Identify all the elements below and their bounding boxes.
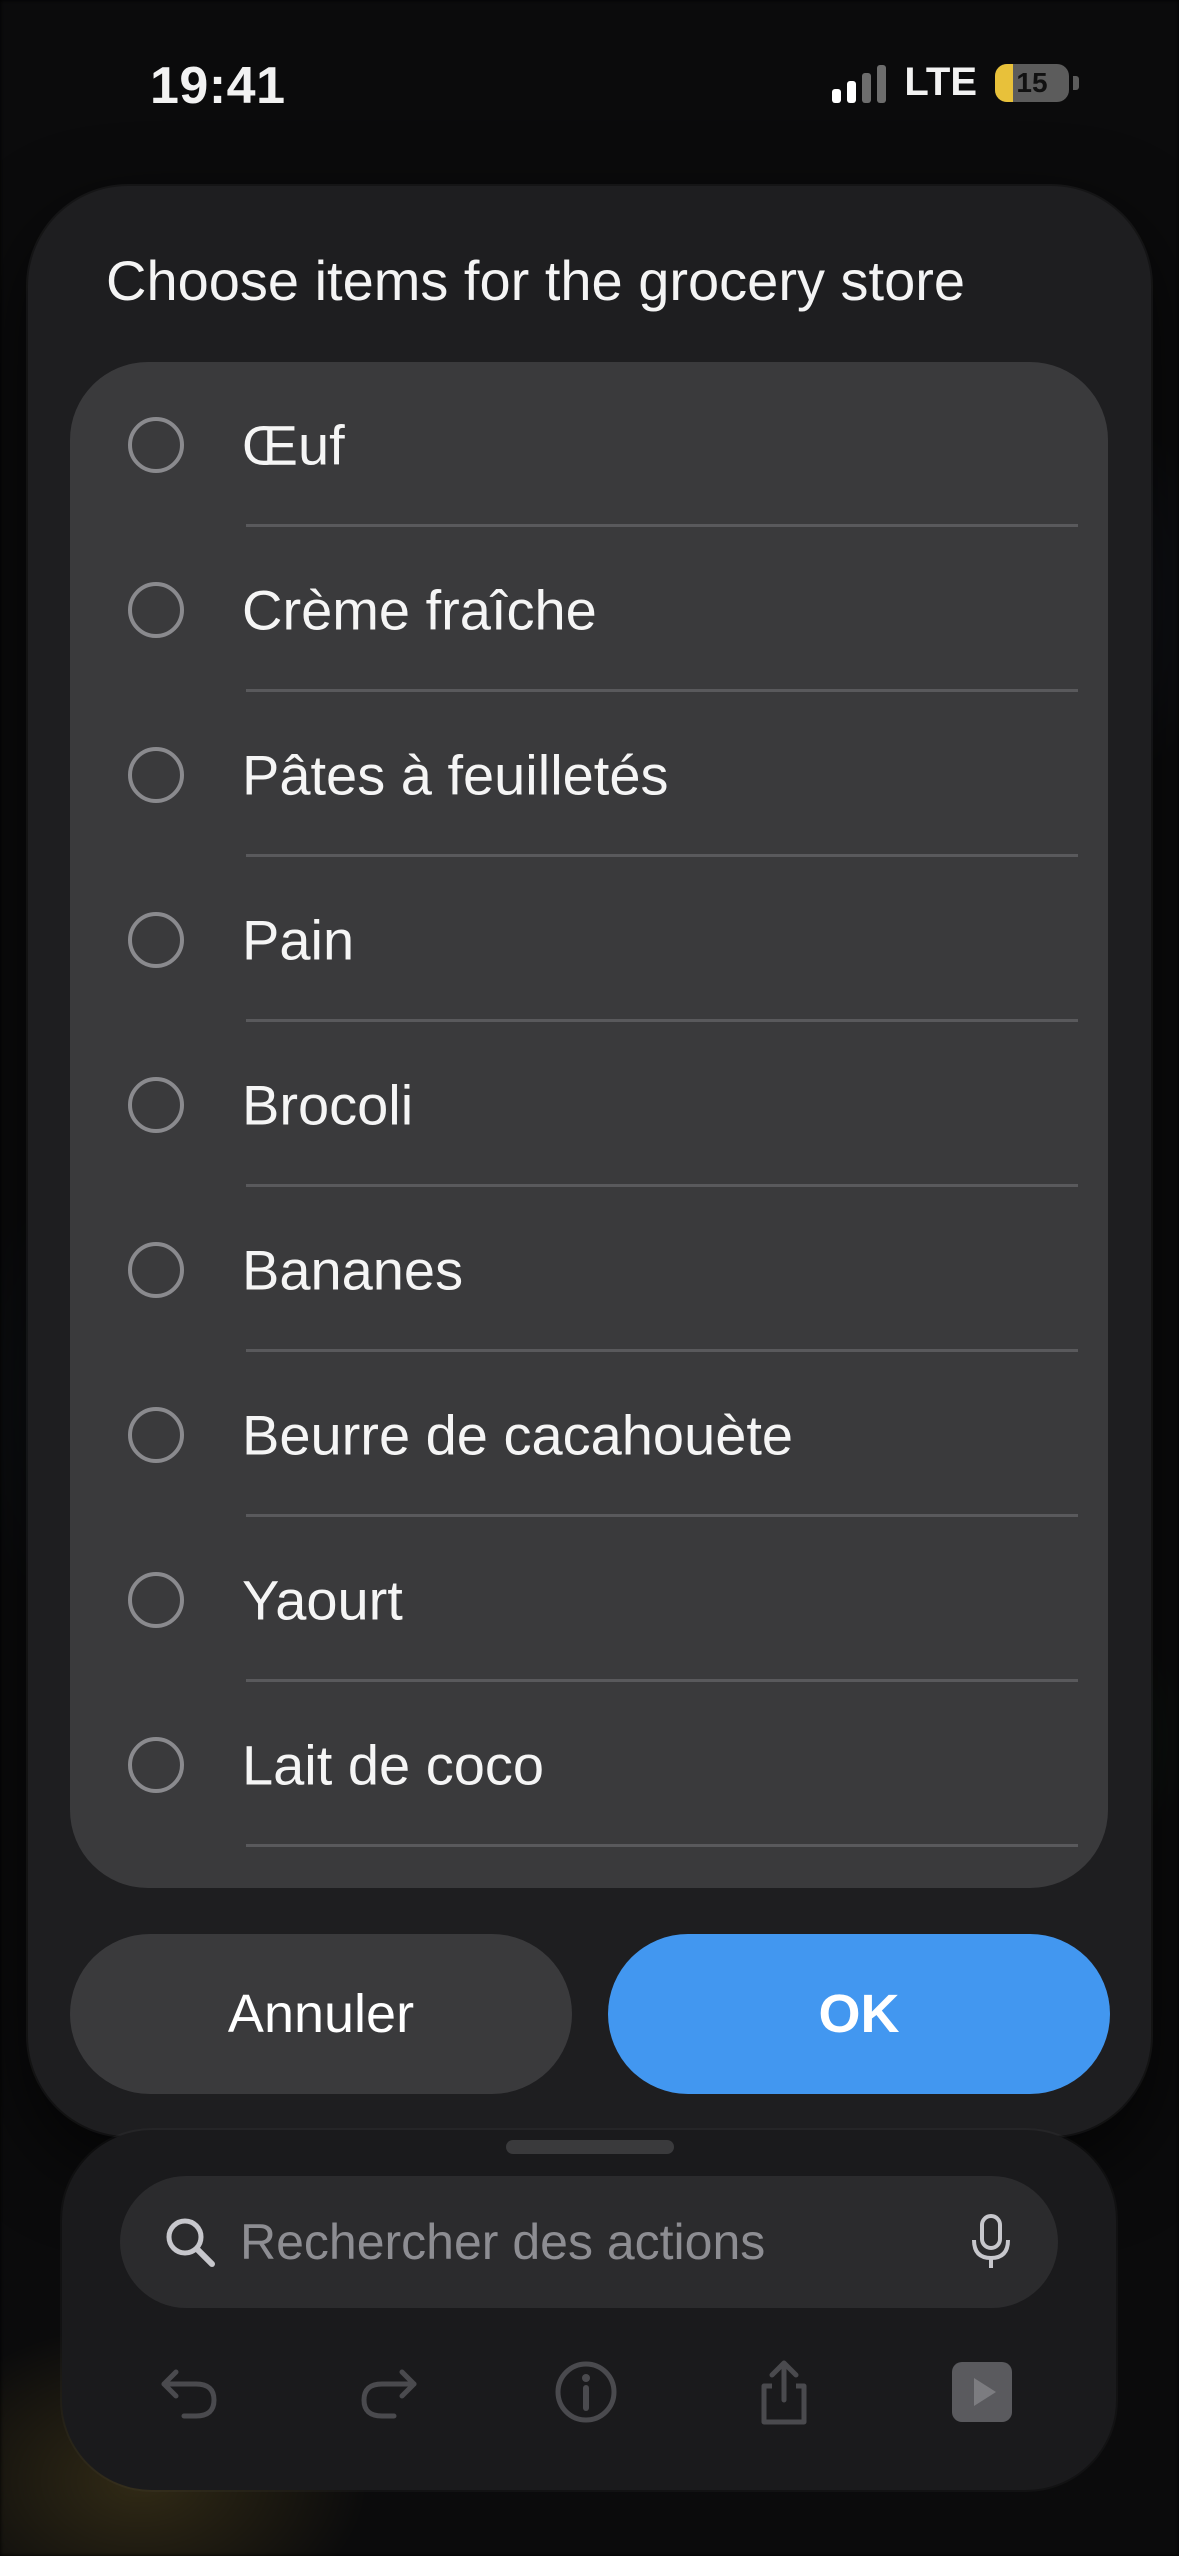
item-label: Yaourt <box>242 1568 403 1631</box>
play-icon[interactable] <box>948 2358 1016 2426</box>
item-label: Œuf <box>242 413 345 476</box>
info-icon[interactable] <box>552 2358 620 2426</box>
item-list[interactable]: Œuf Crème fraîche Pâtes à feuilletés Pai… <box>70 362 1108 1888</box>
search-icon <box>166 2218 215 2267</box>
status-bar: 19:41 LTE 15 <box>0 0 1179 170</box>
cancel-button[interactable]: Annuler <box>70 1934 572 2094</box>
battery-tip <box>1073 75 1079 90</box>
battery-level: 15 <box>1016 66 1048 98</box>
share-icon[interactable] <box>750 2358 818 2426</box>
network-type: LTE <box>904 60 977 104</box>
radio-circle-icon[interactable] <box>128 746 184 803</box>
item-label: Bananes <box>242 1238 464 1301</box>
search-bar[interactable]: Rechercher des actions <box>120 2176 1058 2308</box>
redo-icon[interactable] <box>354 2358 422 2426</box>
list-item[interactable]: Œuf <box>70 362 1108 527</box>
list-item[interactable]: Brocoli <box>70 1022 1108 1187</box>
radio-circle-icon[interactable] <box>128 1571 184 1628</box>
battery-fill <box>995 63 1013 102</box>
list-item[interactable]: Crème fraîche <box>70 527 1108 692</box>
undo-icon[interactable] <box>156 2358 224 2426</box>
microphone-icon[interactable] <box>966 2212 1016 2272</box>
radio-circle-icon[interactable] <box>128 1241 184 1298</box>
list-item[interactable]: Yaourt <box>70 1517 1108 1682</box>
list-item[interactable]: Pâtes à feuilletés <box>70 692 1108 857</box>
item-label: Lait de coco <box>242 1733 544 1796</box>
list-item[interactable]: Beurre de cacahouète <box>70 1352 1108 1517</box>
radio-circle-icon[interactable] <box>128 1076 184 1133</box>
radio-circle-icon[interactable] <box>128 1406 184 1463</box>
list-item[interactable]: Pain <box>70 857 1108 1022</box>
item-label: Beurre de cacahouète <box>242 1403 794 1466</box>
radio-circle-icon[interactable] <box>128 416 184 473</box>
list-item[interactable]: Bananes <box>70 1187 1108 1352</box>
item-label: Crème fraîche <box>242 578 597 641</box>
bottom-toolbar <box>62 2340 1116 2440</box>
list-item[interactable]: Lait de coco <box>70 1682 1108 1847</box>
separator <box>246 1844 1078 1847</box>
radio-circle-icon[interactable] <box>128 911 184 968</box>
sheet-grabber[interactable] <box>506 2140 674 2154</box>
item-label: Brocoli <box>242 1073 414 1136</box>
actions-bottom-sheet: Rechercher des actions <box>62 2130 1116 2490</box>
radio-circle-icon[interactable] <box>128 581 184 638</box>
battery-icon: 15 <box>995 63 1069 102</box>
status-indicators: LTE 15 <box>832 60 1079 105</box>
dialog-title: Choose items for the grocery store <box>106 249 966 312</box>
search-input[interactable]: Rechercher des actions <box>240 2213 765 2271</box>
cellular-signal-icon <box>832 63 887 103</box>
item-label: Pâtes à feuilletés <box>242 743 669 806</box>
ok-button[interactable]: OK <box>608 1934 1110 2094</box>
status-time: 19:41 <box>150 57 286 115</box>
radio-circle-icon[interactable] <box>128 1736 184 1793</box>
grocery-choose-dialog: Choose items for the grocery store Œuf C… <box>28 186 1151 2136</box>
item-label: Pain <box>242 908 355 971</box>
